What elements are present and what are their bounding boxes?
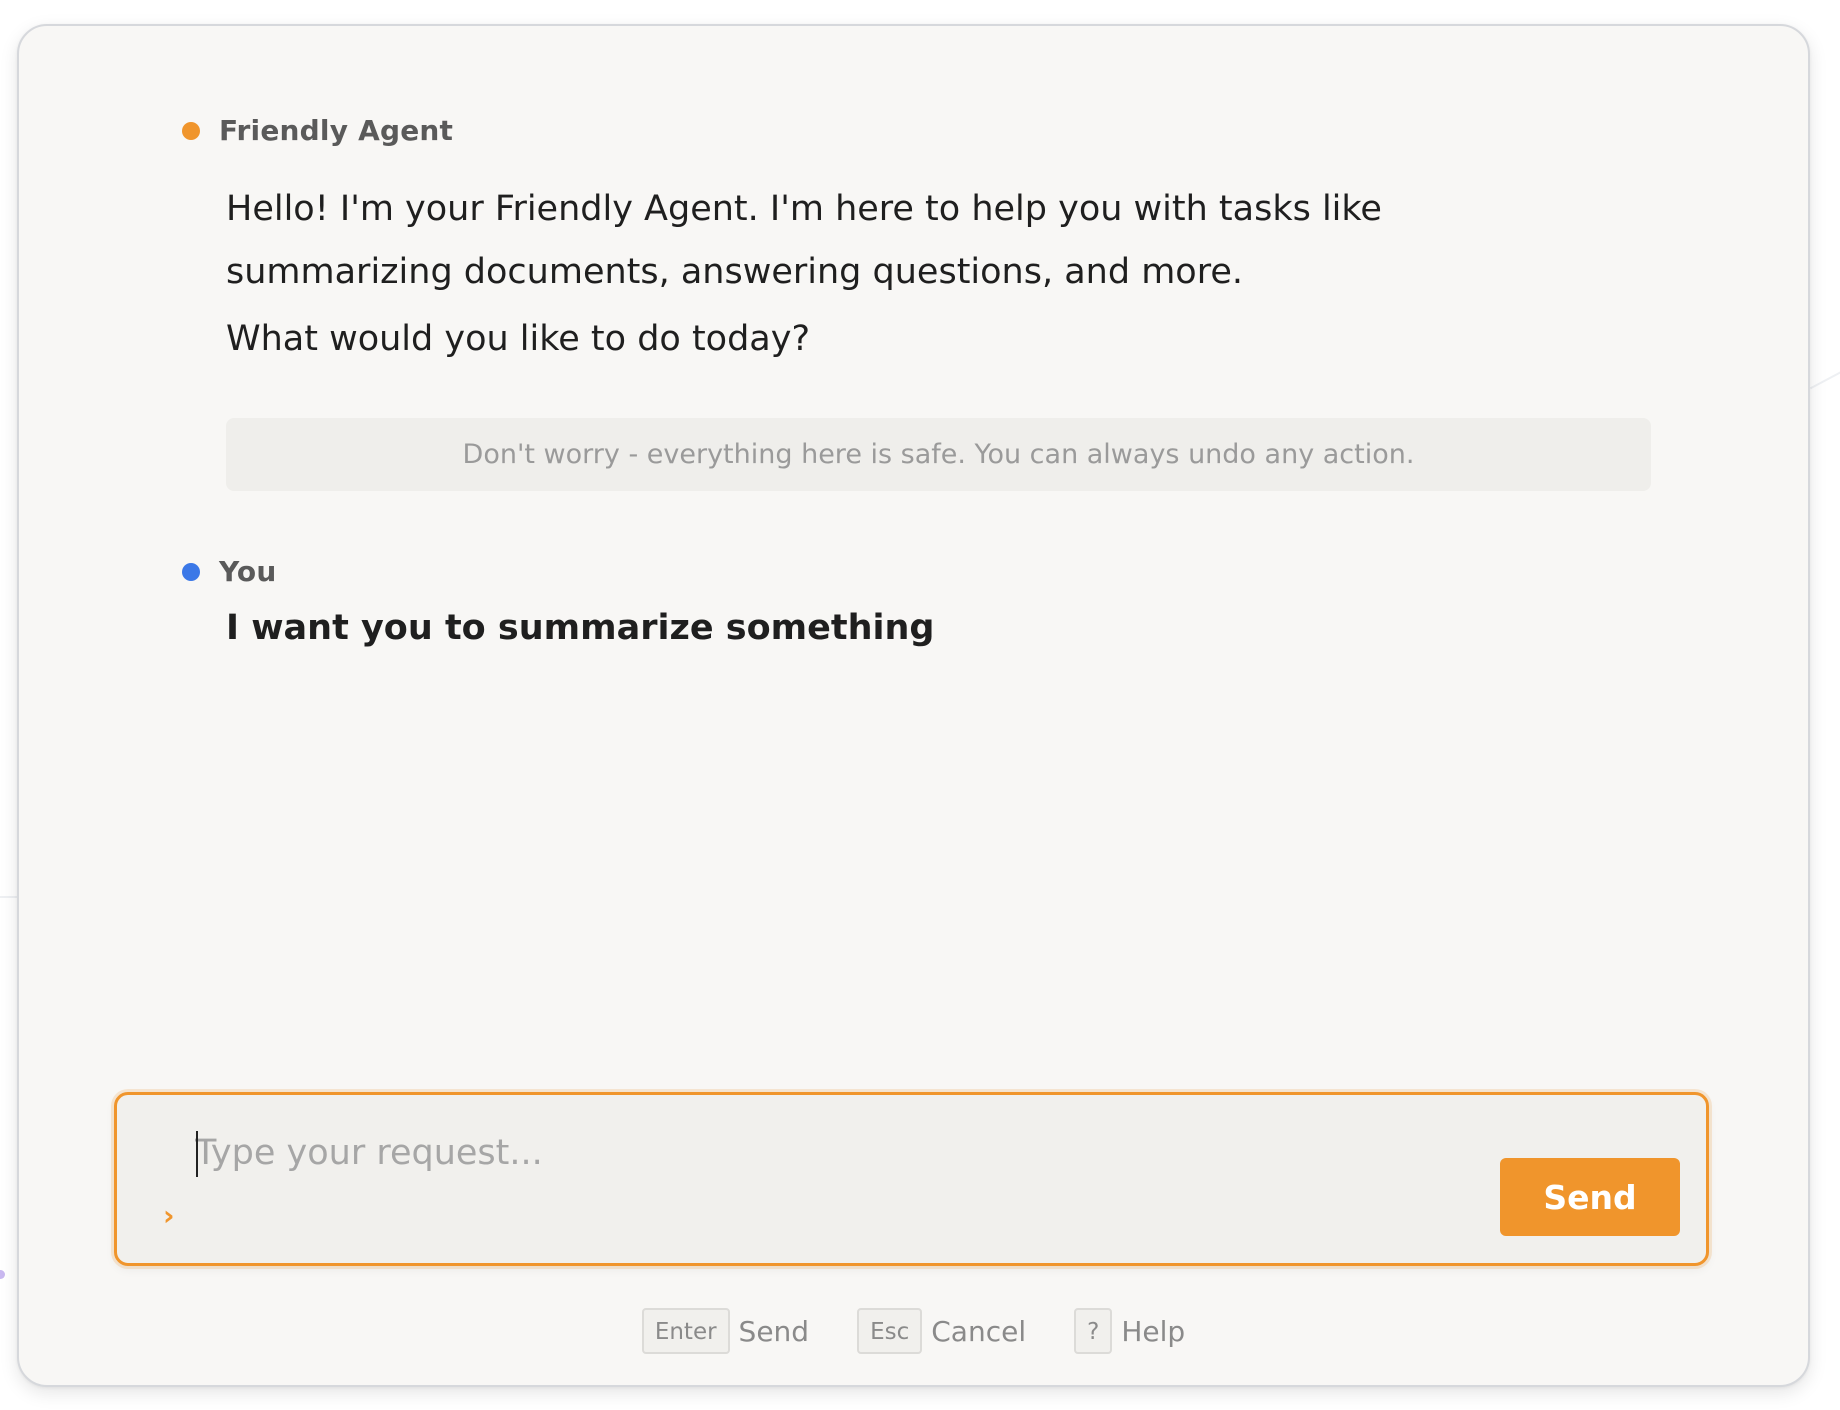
shortcut-label: Help xyxy=(1121,1314,1186,1348)
page: Friendly Agent Hello! I'm your Friendly … xyxy=(0,0,1840,1410)
text-caret xyxy=(196,1131,198,1177)
shortcut-help[interactable]: ? Help xyxy=(1074,1308,1185,1354)
agent-message-paragraph: What would you like to do today? xyxy=(226,319,811,359)
shortcut-label: Send xyxy=(738,1314,810,1348)
send-button[interactable]: Send xyxy=(1500,1158,1680,1236)
user-message: I want you to summarize something xyxy=(226,608,935,648)
shortcut-key: ? xyxy=(1074,1308,1113,1354)
background-decoration xyxy=(0,896,18,898)
agent-status-dot xyxy=(182,121,200,140)
background-decoration xyxy=(1809,368,1840,390)
agent-message: Hello! I'm your Friendly Agent. I'm here… xyxy=(226,178,1556,371)
shortcut-key: Enter xyxy=(641,1308,730,1354)
chat-window: Friendly Agent Hello! I'm your Friendly … xyxy=(17,24,1810,1387)
shortcut-cancel: Esc Cancel xyxy=(857,1308,1026,1354)
agent-message-header: Friendly Agent xyxy=(182,114,453,147)
user-message-header: You xyxy=(182,555,276,588)
request-composer[interactable]: › Send xyxy=(114,1092,1709,1266)
request-input[interactable] xyxy=(195,1125,1505,1181)
keyboard-shortcuts: Enter Send Esc Cancel ? Help xyxy=(19,1308,1808,1354)
user-status-dot xyxy=(182,562,200,581)
background-dot xyxy=(0,1270,5,1279)
safety-notice: Don't worry - everything here is safe. Y… xyxy=(226,418,1651,491)
agent-name: Friendly Agent xyxy=(219,114,454,147)
shortcut-key: Esc xyxy=(857,1308,923,1354)
shortcut-send: Enter Send xyxy=(641,1308,810,1354)
user-name: You xyxy=(219,555,277,588)
chevron-right-icon: › xyxy=(163,1199,175,1232)
agent-message-paragraph: Hello! I'm your Friendly Agent. I'm here… xyxy=(226,189,1382,292)
safety-notice-text: Don't worry - everything here is safe. Y… xyxy=(462,439,1415,470)
shortcut-label: Cancel xyxy=(931,1314,1027,1348)
